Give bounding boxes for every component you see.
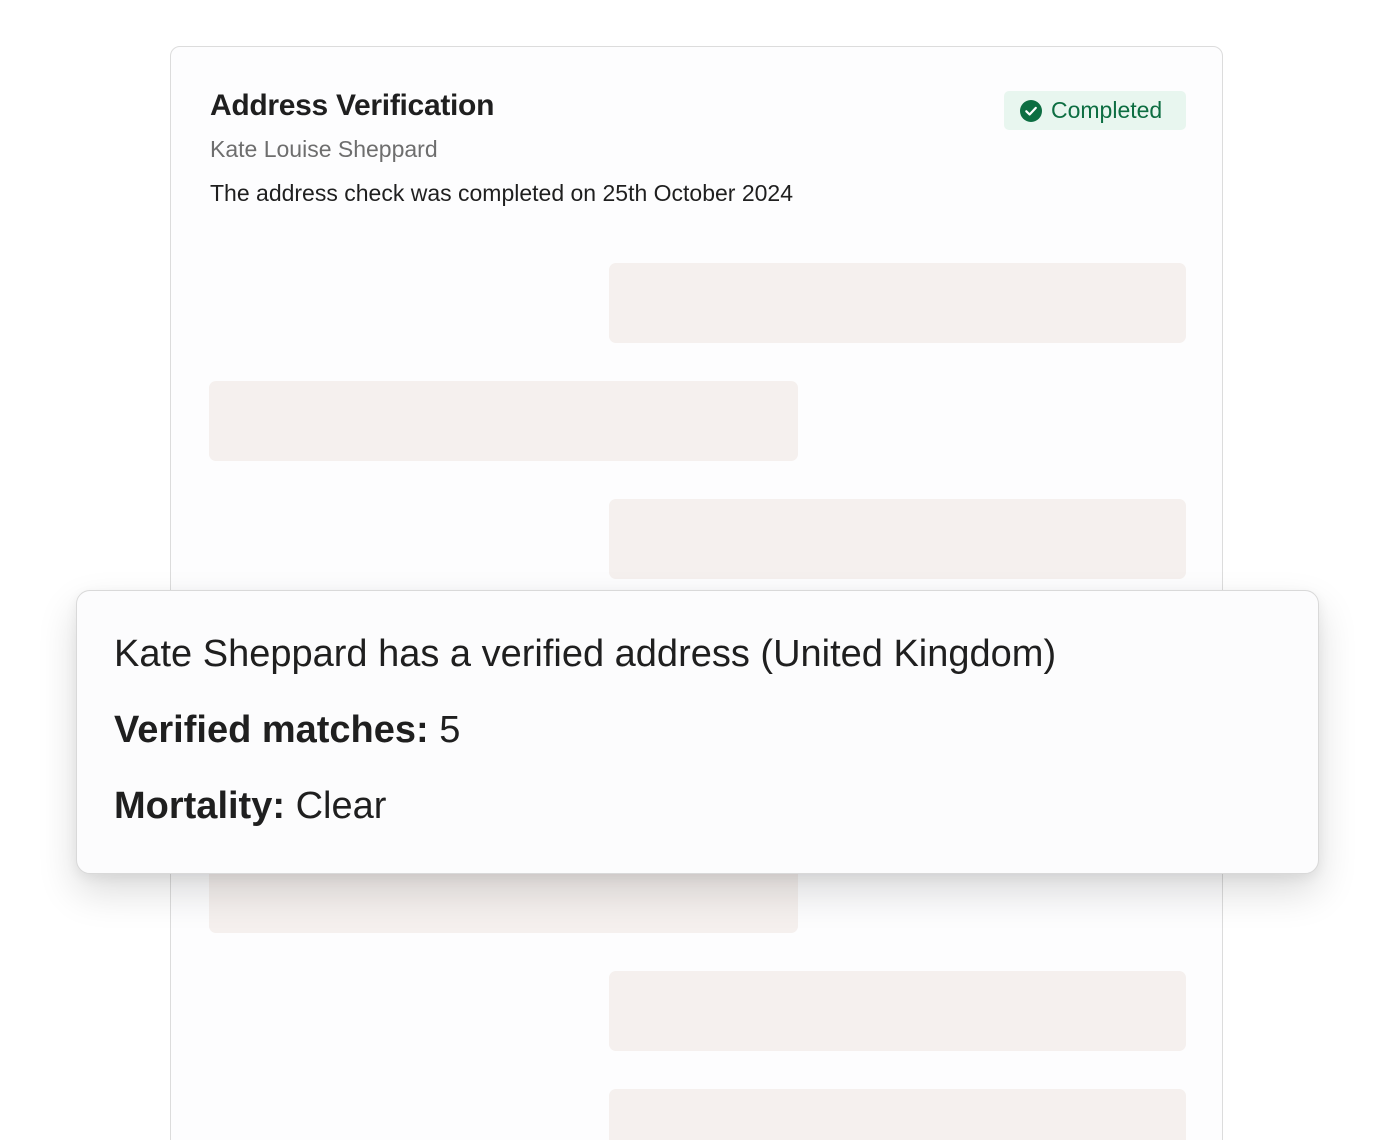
skeleton-placeholder — [609, 263, 1186, 343]
status-badge: Completed — [1004, 91, 1186, 130]
skeleton-placeholder — [609, 971, 1186, 1051]
verified-matches-label: Verified matches: — [114, 709, 429, 751]
verification-summary-popup: Kate Sheppard has a verified address (Un… — [76, 590, 1319, 874]
verification-summary: Kate Sheppard has a verified address (Un… — [114, 633, 1057, 675]
check-circle-icon — [1020, 99, 1042, 122]
mortality-row: Mortality: Clear — [114, 785, 386, 828]
skeleton-placeholder — [209, 381, 798, 461]
subject-name: Kate Louise Sheppard — [210, 136, 438, 162]
verified-matches-value: 5 — [439, 709, 461, 751]
mortality-label: Mortality: — [114, 785, 286, 827]
status-label: Completed — [1051, 97, 1163, 123]
verified-matches-row: Verified matches: 5 — [114, 709, 460, 752]
mortality-value: Clear — [295, 785, 387, 827]
stage: Address Verification Kate Louise Sheppar… — [0, 0, 1394, 1140]
check-description: The address check was completed on 25th … — [210, 180, 794, 206]
skeleton-placeholder — [609, 499, 1186, 579]
skeleton-placeholder — [609, 1089, 1186, 1140]
card-title: Address Verification — [210, 89, 495, 122]
